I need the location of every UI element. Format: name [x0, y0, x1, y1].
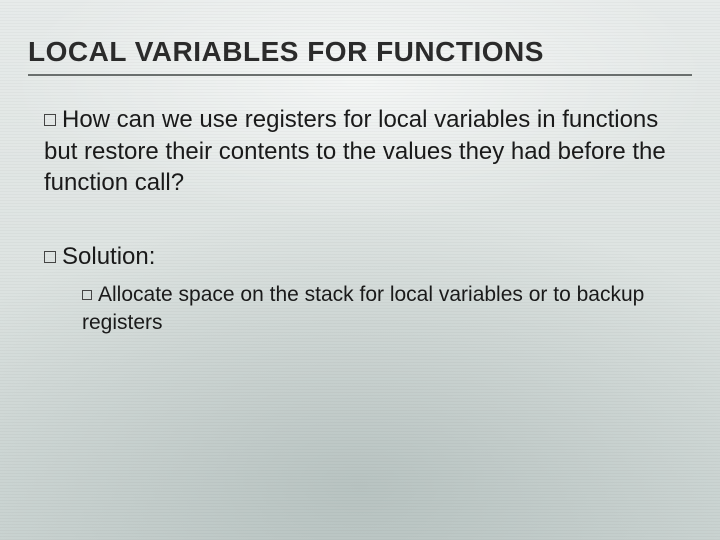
- sub-bullet-text-1: Allocate space on the stack for local va…: [82, 283, 644, 334]
- bullet-text-1: How can we use registers for local varia…: [44, 106, 666, 196]
- slide-content: LOCAL VARIABLES FOR FUNCTIONS How can we…: [0, 0, 720, 407]
- sub-bullet-item-1: Allocate space on the stack for local va…: [82, 281, 692, 338]
- slide-title: LOCAL VARIABLES FOR FUNCTIONS: [28, 36, 692, 76]
- square-bullet-icon: [44, 114, 56, 126]
- square-bullet-icon: [82, 290, 92, 300]
- bullet-item-2: Solution: Allocate space on the stack fo…: [44, 241, 692, 337]
- square-bullet-icon: [44, 251, 56, 263]
- bullet-item-1: How can we use registers for local varia…: [44, 104, 692, 199]
- slide: LOCAL VARIABLES FOR FUNCTIONS How can we…: [0, 0, 720, 540]
- bullet-text-2: Solution:: [62, 243, 155, 270]
